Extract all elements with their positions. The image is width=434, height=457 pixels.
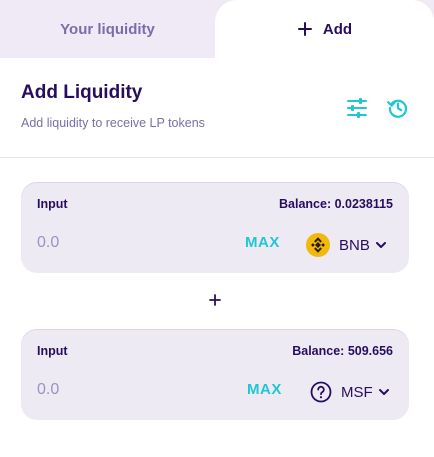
amount-input-b[interactable] — [37, 376, 217, 404]
tab-add-label: Add — [322, 20, 353, 38]
history-button[interactable] — [386, 96, 410, 120]
history-icon — [387, 99, 408, 118]
input-label: Input — [37, 197, 68, 211]
chevron-down-icon — [378, 389, 389, 395]
amount-input-a[interactable] — [37, 229, 217, 257]
tab-bar: Your liquidity Add — [0, 0, 434, 58]
balance-text: Balance: 509.656 — [292, 344, 393, 358]
max-button-b[interactable]: MAX — [247, 381, 282, 398]
page-title: Add Liquidity — [21, 82, 143, 103]
chevron-down-icon — [375, 242, 386, 248]
question-circle-icon — [310, 381, 332, 403]
token-symbol-b: MSF — [341, 383, 373, 401]
settings-button[interactable] — [345, 96, 369, 120]
tab-your-liquidity-label: Your liquidity — [60, 20, 155, 38]
input-label: Input — [37, 344, 68, 358]
balance-text: Balance: 0.0238115 — [279, 197, 393, 211]
tab-add[interactable]: Add — [215, 0, 434, 58]
plus-icon — [297, 21, 313, 37]
token-symbol-a: BNB — [339, 236, 370, 254]
page-subtitle: Add liquidity to receive LP tokens — [21, 116, 205, 130]
input-panel-b: Input Balance: 509.656 MAX MSF — [21, 329, 409, 420]
token-selector-a[interactable]: BNB — [306, 232, 387, 258]
bnb-icon — [306, 233, 330, 257]
sliders-icon — [347, 98, 367, 118]
max-button-a[interactable]: MAX — [245, 234, 280, 251]
tab-your-liquidity[interactable]: Your liquidity — [0, 0, 215, 58]
plus-icon — [209, 294, 221, 306]
token-selector-b[interactable]: MSF — [310, 379, 390, 405]
card-header: Add Liquidity Add liquidity to receive L… — [0, 58, 434, 158]
input-panel-a: Input Balance: 0.0238115 MAX BNB — [21, 182, 409, 273]
